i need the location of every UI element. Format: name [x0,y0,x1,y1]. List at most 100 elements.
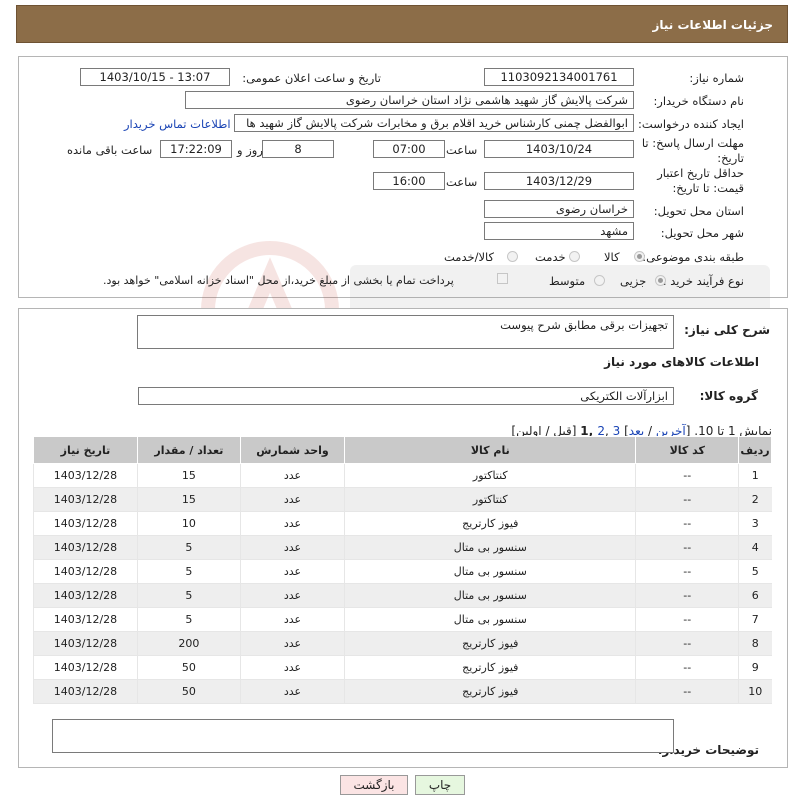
item-name-cell: سنسور بی متال [344,607,636,632]
row-number-cell: 1 [738,463,772,488]
announce-field: 1403/10/15 - 13:07 [80,68,230,86]
col-date-header: تاریخ نیاز [33,436,138,464]
need-number-field: 1103092134001761 [484,68,634,86]
price-time-field: 16:00 [373,172,445,190]
item-name-cell: کنتاکتور [344,463,636,488]
category-radio-goods[interactable] [634,251,645,262]
unit-cell: عدد [239,655,345,680]
unit-cell: عدد [239,511,345,536]
category-option-service: خدمت [535,250,566,264]
item-code-cell: -- [635,535,739,560]
quantity-cell: 10 [136,511,241,536]
table-row: 1 -- کنتاکتور عدد 15 1403/12/28 [33,463,772,488]
purchase-type-label: نوع فرآیند خرید : [662,274,744,288]
item-code-cell: -- [635,583,739,608]
need-date-cell: 1403/12/28 [33,535,138,560]
city-label: شهر محل تحویل: [660,226,744,240]
row-number-cell: 7 [738,607,772,632]
need-date-cell: 1403/12/28 [33,607,138,632]
item-name-cell: سنسور بی متال [344,535,636,560]
quantity-cell: 5 [136,559,241,584]
row-number-cell: 8 [738,631,772,656]
quantity-cell: 5 [136,607,241,632]
item-code-cell: -- [635,511,739,536]
goods-group-field: ابزارآلات الکتریکی [138,387,674,405]
unit-cell: عدد [239,487,345,512]
purchase-radio-medium[interactable] [594,275,605,286]
back-button[interactable]: بازگشت [340,775,408,795]
table-row: 9 -- فیوز کارتریج عدد 50 1403/12/28 [33,655,772,680]
price-deadline-label: حداقل تاریخ اعتبار قیمت: تا تاریخ: [657,166,744,195]
item-code-cell: -- [635,631,739,656]
category-radio-goods-service[interactable] [507,251,518,262]
row-number-cell: 5 [738,559,772,584]
table-row: 7 -- سنسور بی متال عدد 5 1403/12/28 [33,607,772,632]
table-row: 2 -- کنتاکتور عدد 15 1403/12/28 [33,487,772,512]
need-date-cell: 1403/12/28 [33,583,138,608]
unit-cell: عدد [239,559,345,584]
quantity-cell: 50 [136,655,241,680]
treasury-payment-checkbox[interactable] [497,273,508,284]
row-number-cell: 3 [738,511,772,536]
table-row: 4 -- سنسور بی متال عدد 5 1403/12/28 [33,535,772,560]
col-code-header: کد کالا [635,436,740,464]
row-number-cell: 2 [738,487,772,512]
need-date-cell: 1403/12/28 [33,631,138,656]
need-date-cell: 1403/12/28 [33,511,138,536]
city-field: مشهد [484,222,634,240]
unit-cell: عدد [239,535,345,560]
unit-cell: عدد [239,607,345,632]
row-number-cell: 6 [738,583,772,608]
reply-time-field: 07:00 [373,140,445,158]
category-option-goods: کالا [604,250,620,264]
table-header-row: ردیف کد کالا نام کالا واحد شمارش تعداد /… [33,436,772,464]
category-radio-service[interactable] [569,251,580,262]
purchase-radio-minor[interactable] [655,275,666,286]
row-number-cell: 10 [738,679,772,704]
table-row: 8 -- فیوز کارتریج عدد 200 1403/12/28 [33,631,772,656]
goods-group-label: گروه کالا: [699,389,758,403]
days-field: 8 [262,140,334,158]
col-name-header: نام کالا [344,436,637,464]
need-date-cell: 1403/12/28 [33,655,138,680]
summary-textarea[interactable]: تجهیزات برقی مطابق شرح پیوست [137,315,674,349]
item-name-cell: سنسور بی متال [344,583,636,608]
creator-label: ایجاد کننده درخواست: [638,117,744,131]
item-name-cell: فیوز کارتریج [344,655,636,680]
buyer-org-field: شرکت پالایش گاز شهید هاشمی نژاد استان خر… [185,91,634,109]
print-button[interactable]: چاپ [415,775,465,795]
quantity-cell: 5 [136,535,241,560]
row-number-cell: 4 [738,535,772,560]
item-name-cell: سنسور بی متال [344,559,636,584]
need-date-cell: 1403/12/28 [33,463,138,488]
reply-deadline-label: مهلت ارسال پاسخ: تا تاریخ: [641,136,744,165]
buyer-notes-textarea[interactable] [52,719,674,753]
item-name-cell: فیوز کارتریج [344,511,636,536]
unit-cell: عدد [239,463,345,488]
quantity-cell: 200 [136,631,241,656]
province-label: استان محل تحویل: [653,204,744,218]
remaining-time-field: 17:22:09 [160,140,232,158]
table-row: 3 -- فیوز کارتریج عدد 10 1403/12/28 [33,511,772,536]
row-number-cell: 9 [738,655,772,680]
quantity-cell: 5 [136,583,241,608]
unit-cell: عدد [239,631,345,656]
treasury-payment-note: پرداخت تمام یا بخشی از مبلغ خرید،از محل … [103,274,454,287]
price-hour-label: ساعت [446,175,478,189]
page-title: جزئیات اطلاعات نیاز [652,18,773,32]
item-name-cell: فیوز کارتریج [344,631,636,656]
day-and-label: روز و [237,143,263,157]
col-qty-header: تعداد / مقدار [136,436,241,464]
unit-cell: عدد [239,679,345,704]
need-date-cell: 1403/12/28 [33,559,138,584]
item-code-cell: -- [635,463,739,488]
need-number-label: شماره نیاز: [689,71,744,85]
category-label: طبقه بندی موضوعی: [642,250,744,264]
buyer-contact-link[interactable]: اطلاعات تماس خریدار [124,117,231,131]
summary-label: شرح کلی نیاز: [684,323,770,337]
quantity-cell: 15 [136,463,241,488]
table-row: 6 -- سنسور بی متال عدد 5 1403/12/28 [33,583,772,608]
item-name-cell: کنتاکتور [344,487,636,512]
item-name-cell: فیوز کارتریج [344,679,636,704]
category-option-goods-service: کالا/خدمت [444,250,495,264]
